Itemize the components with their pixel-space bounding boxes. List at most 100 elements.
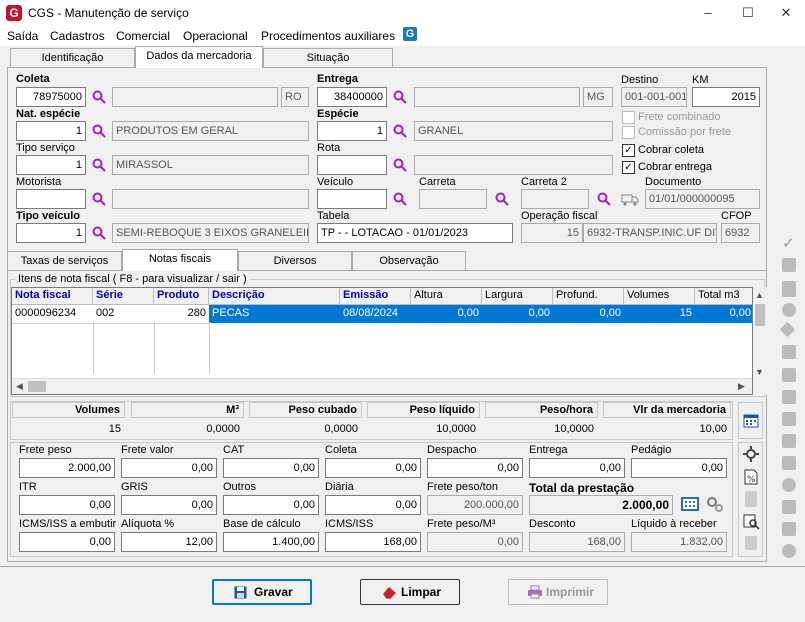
- veiculo-input[interactable]: [317, 189, 387, 209]
- nf-cell[interactable]: 002: [93, 305, 154, 323]
- nf-col-header[interactable]: Altura: [411, 288, 482, 305]
- scroll-right-icon[interactable]: ▶: [738, 381, 745, 392]
- ticket-icon[interactable]: [782, 500, 796, 514]
- coleta-search-icon[interactable]: [92, 90, 106, 104]
- tab-taxas-servicos[interactable]: Taxas de serviços: [7, 251, 122, 271]
- coleta-taxa-input[interactable]: 0,00: [325, 458, 421, 478]
- nf-col-header[interactable]: Descrição: [209, 288, 340, 305]
- menu-comercial[interactable]: Comercial: [116, 29, 170, 43]
- especie-code-input[interactable]: 1: [317, 121, 387, 141]
- cobrar-entrega-checkbox[interactable]: ✓: [622, 161, 635, 174]
- help-g-icon[interactable]: G: [403, 27, 417, 41]
- scroll-left-icon[interactable]: ◀: [16, 381, 23, 392]
- tab-notas-fiscais[interactable]: Notas fiscais: [122, 249, 238, 271]
- nf-col-header[interactable]: Largura: [482, 288, 553, 305]
- scroll-up-icon[interactable]: ▲: [755, 290, 764, 300]
- cobrar-coleta-checkbox[interactable]: ✓: [622, 144, 635, 157]
- truck-in-icon[interactable]: [782, 412, 796, 426]
- nf-col-header[interactable]: Volumes: [624, 288, 695, 305]
- nf-col-header[interactable]: Produto: [154, 288, 209, 305]
- gravar-button[interactable]: Gravar: [212, 579, 312, 605]
- nf-cell[interactable]: 280: [154, 305, 209, 323]
- frete-combinado-checkbox[interactable]: [622, 111, 635, 124]
- tab-situacao[interactable]: Situação: [263, 48, 393, 68]
- itr-input[interactable]: 0,00: [19, 495, 115, 515]
- veiculo-search-icon[interactable]: [393, 192, 407, 206]
- close-button[interactable]: ✕: [766, 0, 805, 26]
- aliquota-input[interactable]: 12,00: [121, 532, 217, 552]
- entrega-taxa-input[interactable]: 0,00: [529, 458, 625, 478]
- rota-code-input[interactable]: [317, 155, 387, 175]
- vscroll-thumb[interactable]: [755, 304, 765, 326]
- rota-search-icon[interactable]: [393, 158, 407, 172]
- ciot-icon[interactable]: [782, 281, 796, 297]
- check-icon[interactable]: ✓: [782, 234, 795, 252]
- km-input[interactable]: 2015: [692, 87, 760, 107]
- nf-cell[interactable]: 0,00: [411, 305, 482, 323]
- tab-dados-mercadoria[interactable]: Dados da mercadoria: [135, 46, 263, 68]
- copy-icon[interactable]: [782, 368, 796, 382]
- diaria-input[interactable]: 0,00: [325, 495, 421, 515]
- nf-col-header[interactable]: Emissão: [340, 288, 411, 305]
- nf-grid[interactable]: Nota fiscal Série Produto Descrição Emis…: [11, 287, 753, 395]
- tabela-select[interactable]: TP - - LOTACAO - 01/01/2023: [317, 223, 513, 243]
- minimize-button[interactable]: –: [688, 0, 728, 26]
- entrega-code-input[interactable]: 38400000: [317, 87, 387, 107]
- entrega-search-icon[interactable]: [393, 90, 407, 104]
- nf-cell[interactable]: 15: [624, 305, 695, 323]
- calendar-button[interactable]: [738, 402, 763, 439]
- map-icon[interactable]: [782, 456, 796, 470]
- limpar-button[interactable]: Limpar: [360, 579, 460, 605]
- gris-input[interactable]: 0,00: [121, 495, 217, 515]
- menu-operacional[interactable]: Operacional: [183, 29, 248, 43]
- outros-input[interactable]: 0,00: [223, 495, 319, 515]
- nf-cell[interactable]: 0000096234: [12, 305, 93, 323]
- tipo-veiculo-code-input[interactable]: 1: [16, 223, 86, 243]
- shield-icon[interactable]: [782, 478, 796, 492]
- gears-icon[interactable]: [706, 495, 724, 513]
- tab-diversos[interactable]: Diversos: [238, 251, 352, 271]
- scroll-down-icon[interactable]: ▼: [755, 367, 764, 377]
- imprimir-button[interactable]: Imprimir: [508, 579, 608, 605]
- nf-col-header[interactable]: Profund.: [553, 288, 624, 305]
- nat-especie-code-input[interactable]: 1: [16, 121, 86, 141]
- camera-icon[interactable]: [782, 434, 796, 448]
- frete-valor-input[interactable]: 0,00: [121, 458, 217, 478]
- nf-cell[interactable]: 0,00: [695, 305, 752, 323]
- nf-cell[interactable]: 0,00: [482, 305, 553, 323]
- despacho-input[interactable]: 0,00: [427, 458, 523, 478]
- nf-grid-hscrollbar[interactable]: ◀ ▶: [12, 378, 752, 394]
- tipo-servico-code-input[interactable]: 1: [16, 155, 86, 175]
- menu-saida[interactable]: Saída: [7, 29, 38, 43]
- toolbar-icon[interactable]: [782, 258, 796, 272]
- carreta2-search-icon[interactable]: [597, 192, 611, 206]
- tipo-veiculo-search-icon[interactable]: [92, 226, 106, 240]
- globe-icon[interactable]: [782, 544, 796, 558]
- icms-iss-embutir-input[interactable]: 0,00: [19, 532, 115, 552]
- export-icon[interactable]: [782, 345, 796, 359]
- icms-iss-input[interactable]: 168,00: [325, 532, 421, 552]
- percent-doc-icon[interactable]: %: [743, 469, 759, 485]
- nf-grid-vscrollbar[interactable]: ▲ ▼: [753, 287, 767, 395]
- nat-especie-search-icon[interactable]: [92, 124, 106, 138]
- carreta-search-icon[interactable]: [495, 192, 509, 206]
- tab-identificacao[interactable]: Identificação: [10, 48, 135, 68]
- search-document-icon[interactable]: [743, 514, 760, 530]
- motorista-search-icon[interactable]: [92, 192, 106, 206]
- nf-col-header[interactable]: Série: [93, 288, 154, 305]
- settings-gear-icon[interactable]: [743, 446, 759, 462]
- coleta-code-input[interactable]: 78975000: [16, 87, 86, 107]
- comissao-por-frete-checkbox[interactable]: [622, 126, 635, 139]
- motorista-code-input[interactable]: [16, 189, 86, 209]
- tipo-servico-search-icon[interactable]: [92, 158, 106, 172]
- truck-icon[interactable]: [621, 191, 639, 207]
- especie-search-icon[interactable]: [393, 124, 407, 138]
- nf-cell[interactable]: PECAS: [209, 305, 340, 323]
- menu-cadastros[interactable]: Cadastros: [50, 29, 105, 43]
- nf-col-header[interactable]: Total m3: [695, 288, 752, 305]
- nf-col-header[interactable]: Nota fiscal: [12, 288, 93, 305]
- chart-icon[interactable]: [782, 522, 796, 536]
- pedagio-input[interactable]: 0,00: [631, 458, 727, 478]
- cat-input[interactable]: 0,00: [223, 458, 319, 478]
- tab-observacao[interactable]: Observação: [352, 251, 466, 271]
